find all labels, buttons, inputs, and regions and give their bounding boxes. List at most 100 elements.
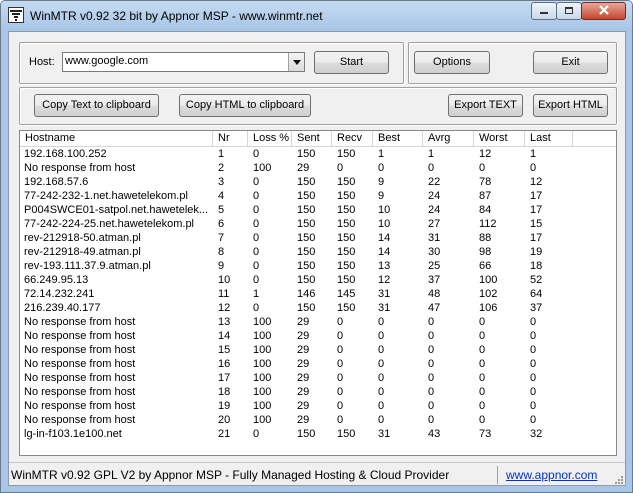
cell-worst: 112	[479, 218, 497, 230]
cell-worst: 98	[479, 246, 492, 258]
cell-last: 0	[530, 358, 537, 370]
cell-worst: 106	[479, 302, 498, 314]
cell-nr: 17	[218, 372, 231, 384]
cell-best: 13	[378, 260, 391, 272]
cell-sent: 146	[297, 288, 316, 300]
cell-sent: 29	[297, 400, 310, 412]
cell-loss: 100	[253, 316, 272, 328]
cell-last: 0	[530, 414, 537, 426]
cell-worst: 88	[479, 232, 492, 244]
column-header-recv[interactable]: Recv	[332, 131, 373, 146]
minimize-icon	[540, 12, 548, 14]
table-row[interactable]: rev-193.111.37.9.atman.pl 9 0 150 150 13 25 66 1…	[20, 259, 616, 273]
column-header-hostname[interactable]: Hostname	[20, 131, 213, 146]
cell-hostname: 72.14.232.241	[24, 288, 95, 300]
cell-loss: 100	[253, 358, 272, 370]
maximize-button[interactable]	[556, 2, 582, 20]
table-row[interactable]: No response from host 20 100 29 0 0 0 0 0	[20, 413, 616, 427]
table-row[interactable]: No response from host 18 100 29 0 0 0 0 0	[20, 385, 616, 399]
close-button[interactable]	[581, 2, 626, 20]
column-header-last[interactable]: Last	[525, 131, 573, 146]
winmtr-window: WinMTR v0.92 32 bit by Appnor MSP - www.…	[0, 0, 633, 493]
cell-last: 64	[530, 288, 543, 300]
export-html-button[interactable]: Export HTML	[533, 94, 608, 117]
column-header-loss[interactable]: Loss %	[248, 131, 292, 146]
cell-worst: 73	[479, 428, 492, 440]
cell-worst: 0	[479, 344, 486, 356]
table-row[interactable]: 192.168.100.252 1 0 150 150 1 1 12 1	[20, 147, 616, 161]
cell-worst: 102	[479, 288, 498, 300]
cell-sent: 150	[297, 428, 316, 440]
cell-nr: 19	[218, 400, 231, 412]
options-button[interactable]: Options	[414, 51, 490, 74]
cell-sent: 29	[297, 162, 310, 174]
cell-recv: 150	[337, 176, 356, 188]
table-row[interactable]: No response from host 19 100 29 0 0 0 0 0	[20, 399, 616, 413]
cell-best: 0	[378, 400, 385, 412]
cell-recv: 0	[337, 330, 344, 342]
cell-best: 1	[378, 148, 385, 160]
table-row[interactable]: 66.249.95.13 10 0 150 150 12 37 100 52	[20, 273, 616, 287]
table-row[interactable]: lg-in-f103.1e100.net 21 0 150 150 31 43 73 32	[20, 427, 616, 441]
table-row[interactable]: rev-212918-49.atman.pl 8 0 150 150 14 30 98 19	[20, 245, 616, 259]
status-text: WinMTR v0.92 GPL V2 by Appnor MSP - Full…	[11, 468, 450, 482]
minimize-button[interactable]	[531, 2, 557, 20]
table-row[interactable]: 192.168.57.6 3 0 150 150 9 22 78 12	[20, 175, 616, 189]
exit-button[interactable]: Exit	[533, 51, 608, 74]
column-header-avrg[interactable]: Avrg	[423, 131, 474, 146]
cell-avrg: 0	[428, 400, 435, 412]
cell-best: 0	[378, 162, 385, 174]
cell-worst: 78	[479, 176, 492, 188]
dropdown-arrow-button[interactable]	[288, 53, 304, 71]
host-label: Host:	[29, 56, 55, 68]
table-row[interactable]: 77-242-224-25.net.hawetelekom.pl 6 0 150 150…	[20, 217, 616, 231]
table-row[interactable]: No response from host 14 100 29 0 0 0 0 0	[20, 329, 616, 343]
cell-nr: 20	[218, 414, 231, 426]
start-button[interactable]: Start	[314, 51, 389, 74]
resize-grip-icon[interactable]	[613, 474, 623, 484]
table-row[interactable]: 77-242-232-1.net.hawetelekom.pl 4 0 150 150 9…	[20, 189, 616, 203]
cell-best: 9	[378, 190, 385, 202]
table-header: Hostname Nr Loss % Sent Recv Best Avrg Worst Las…	[20, 131, 616, 147]
cell-recv: 150	[337, 232, 356, 244]
host-combobox[interactable]: www.google.com	[62, 52, 305, 72]
cell-nr: 13	[218, 316, 231, 328]
cell-best: 0	[378, 414, 385, 426]
table-row[interactable]: No response from host 16 100 29 0 0 0 0 0	[20, 357, 616, 371]
table-row[interactable]: 216.239.40.177 12 0 150 150 31 47 106 37	[20, 301, 616, 315]
cell-sent: 150	[297, 190, 316, 202]
title-bar[interactable]: WinMTR v0.92 32 bit by Appnor MSP - www.…	[1, 1, 632, 30]
column-header-best[interactable]: Best	[373, 131, 423, 146]
column-header-nr[interactable]: Nr	[213, 131, 248, 146]
cell-nr: 2	[218, 162, 225, 174]
table-row[interactable]: No response from host 13 100 29 0 0 0 0 0	[20, 315, 616, 329]
cell-sent: 29	[297, 330, 310, 342]
cell-last: 0	[530, 344, 537, 356]
cell-avrg: 1	[428, 148, 435, 160]
table-row[interactable]: rev-212918-50.atman.pl 7 0 150 150 14 31 88 17	[20, 231, 616, 245]
cell-last: 32	[530, 428, 543, 440]
cell-loss: 0	[253, 176, 260, 188]
cell-nr: 11	[218, 288, 230, 300]
table-row[interactable]: P004SWCE01-satpol.net.hawetelek... 5 0 150 1…	[20, 203, 616, 217]
table-row[interactable]: 72.14.232.241 11 1 146 145 31 48 102 64	[20, 287, 616, 301]
export-text-button[interactable]: Export TEXT	[448, 94, 523, 117]
column-header-worst[interactable]: Worst	[474, 131, 525, 146]
cell-last: 12	[530, 176, 543, 188]
cell-nr: 12	[218, 302, 231, 314]
results-table[interactable]: Hostname Nr Loss % Sent Recv Best Avrg Worst Las…	[19, 130, 617, 456]
window-title: WinMTR v0.92 32 bit by Appnor MSP - www.…	[30, 9, 323, 23]
cell-nr: 16	[218, 358, 231, 370]
copy-html-button[interactable]: Copy HTML to clipboard	[179, 94, 311, 117]
copy-text-button[interactable]: Copy Text to clipboard	[34, 94, 159, 117]
cell-nr: 1	[218, 148, 225, 160]
cell-hostname: 77-242-224-25.net.hawetelekom.pl	[24, 218, 195, 230]
cell-hostname: rev-212918-49.atman.pl	[24, 246, 141, 258]
cell-nr: 10	[218, 274, 231, 286]
cell-avrg: 27	[428, 218, 441, 230]
table-row[interactable]: No response from host 17 100 29 0 0 0 0 0	[20, 371, 616, 385]
table-row[interactable]: No response from host 15 100 29 0 0 0 0 0	[20, 343, 616, 357]
table-row[interactable]: No response from host 2 100 29 0 0 0 0 0	[20, 161, 616, 175]
appnor-link[interactable]: www.appnor.com	[506, 468, 597, 482]
column-header-sent[interactable]: Sent	[292, 131, 332, 146]
